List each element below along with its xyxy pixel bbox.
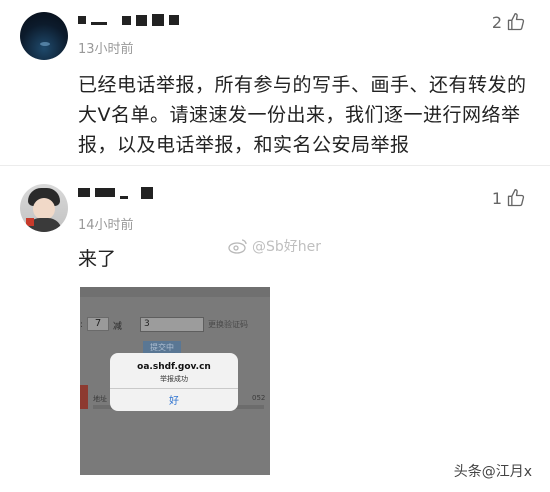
refresh-captcha-link: 更换验证码 — [208, 320, 248, 329]
avatar[interactable] — [20, 184, 68, 232]
comment-text: 来了 — [78, 248, 117, 270]
comment-thread: 13小时前 2 已经电话举报，所有参与的写手、画手、还有转发的大V名单。请速速发… — [0, 0, 550, 492]
username-redacted[interactable] — [78, 14, 179, 26]
address-label: 地址 — [93, 395, 107, 403]
footer-number: 052 — [252, 394, 266, 402]
like-count: 2 — [491, 12, 502, 32]
image-watermark: @Sb好her — [228, 236, 321, 256]
like-button[interactable]: 2 — [492, 12, 526, 32]
comment-text: 已经电话举报，所有参与的写手、画手、还有转发的大V名单。请速速发一份出来，我们逐… — [78, 74, 527, 156]
dialog-message: 举报成功 — [160, 375, 188, 383]
emblem-icon — [80, 385, 88, 409]
weibo-icon — [228, 239, 247, 254]
thumbs-up-icon — [507, 13, 525, 31]
attached-screenshot[interactable]: : 7 减 3 更换验证码 提交中 地址 052 oa.shdf.gov.cn … — [80, 287, 270, 475]
dialog-title: oa.shdf.gov.cn — [137, 362, 211, 372]
alert-dialog: oa.shdf.gov.cn 举报成功 好 — [110, 353, 238, 411]
like-button[interactable]: 1 — [492, 188, 526, 208]
captcha-answer-input: 3 — [140, 317, 204, 332]
username-redacted[interactable] — [78, 186, 153, 199]
captcha-number: 7 — [87, 317, 109, 331]
source-watermark: 头条@江月x — [453, 464, 532, 480]
dialog-ok-button: 好 — [169, 396, 179, 407]
captcha-operator: 减 — [113, 322, 123, 332]
thumbs-up-icon — [507, 189, 525, 207]
divider — [0, 165, 550, 166]
watermark-text: @Sb好her — [252, 239, 322, 255]
like-count: 1 — [491, 188, 502, 208]
comment-time: 13小时前 — [78, 42, 134, 57]
avatar[interactable] — [20, 12, 68, 60]
comment-time: 14小时前 — [78, 218, 134, 233]
